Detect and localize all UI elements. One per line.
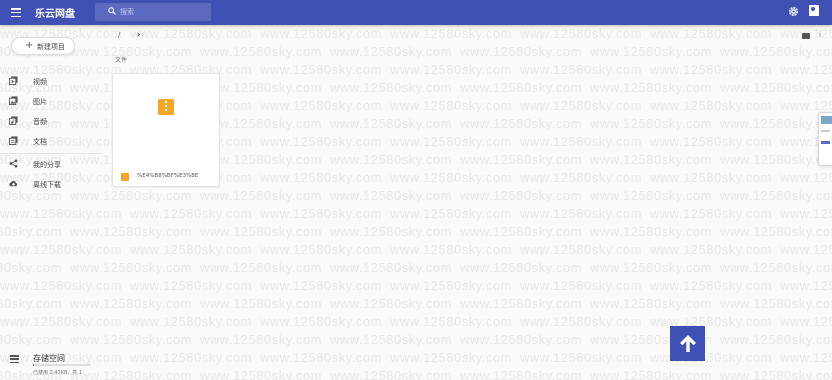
sidebar-item-label: 文档 xyxy=(33,138,47,146)
menu-icon[interactable] xyxy=(11,8,21,18)
storage-title: 存储空间 xyxy=(33,354,65,363)
sidebar-divider xyxy=(0,153,102,154)
sidebar-item-label: 音频 xyxy=(33,118,47,126)
sidebar-item-label: 视频 xyxy=(33,78,47,86)
storage-detail: 已使用 2.47KB，共 1 xyxy=(33,370,83,376)
sidebar-item-label: 我的分享 xyxy=(33,161,61,169)
sidebar-item-offline-download[interactable]: 离线下载 xyxy=(0,177,102,191)
search-icon[interactable] xyxy=(108,7,116,15)
file-card[interactable]: %E4%B8%BF%E3%8E xyxy=(112,73,220,187)
sidebar-item-label: 离线下载 xyxy=(33,181,61,189)
sidebar: + 新建项目 视频 图片 音频 文档 我的分享 离线下载 存储空间 已使用 2.… xyxy=(0,25,102,380)
storage-progress-bar xyxy=(33,364,91,366)
sidebar-item-label: 图片 xyxy=(33,98,47,106)
search-input[interactable] xyxy=(120,5,210,19)
info-icon[interactable]: ⅰ xyxy=(819,31,821,39)
sidebar-item-my-shares[interactable]: 我的分享 xyxy=(0,157,102,171)
audio-icon xyxy=(9,116,18,125)
main-content: / › ⅰ 文件 %E4%B8%BF%E3%8E xyxy=(102,25,832,380)
sidebar-item-images[interactable]: 图片 xyxy=(0,94,102,108)
document-icon xyxy=(9,136,18,145)
storage-progress-fill xyxy=(33,364,35,366)
arrow-up-icon xyxy=(680,335,696,352)
preview-panel-peek[interactable] xyxy=(818,112,832,166)
new-item-button[interactable]: + 新建项目 xyxy=(11,37,75,55)
top-app-bar: 乐云网盘 xyxy=(0,0,832,25)
files-section-label: 文件 xyxy=(115,57,128,64)
cloud-download-icon xyxy=(9,180,18,187)
breadcrumb-root[interactable]: / xyxy=(118,31,120,39)
preview-link-line xyxy=(821,141,830,144)
app-title: 乐云网盘 xyxy=(35,9,75,20)
back-to-top-button[interactable] xyxy=(670,326,705,361)
file-name: %E4%B8%BF%E3%8E xyxy=(137,173,199,179)
zip-file-icon xyxy=(158,99,174,115)
preview-text-line xyxy=(821,130,830,132)
sidebar-item-documents[interactable]: 文档 xyxy=(0,134,102,148)
new-item-label: 新建项目 xyxy=(37,43,65,51)
breadcrumb-chevron-right-icon: › xyxy=(137,30,141,39)
avatar[interactable] xyxy=(809,5,819,16)
zip-file-small-icon xyxy=(121,173,129,181)
storage-icon xyxy=(10,355,19,364)
sidebar-item-audio[interactable]: 音频 xyxy=(0,114,102,128)
plus-icon: + xyxy=(25,40,34,51)
view-toggle-icon[interactable] xyxy=(802,33,810,39)
gear-icon[interactable] xyxy=(788,6,799,17)
video-icon xyxy=(9,76,18,85)
preview-thumbnail xyxy=(821,116,832,124)
image-icon xyxy=(9,96,18,105)
share-icon xyxy=(9,159,18,168)
sidebar-item-video[interactable]: 视频 xyxy=(0,74,102,88)
